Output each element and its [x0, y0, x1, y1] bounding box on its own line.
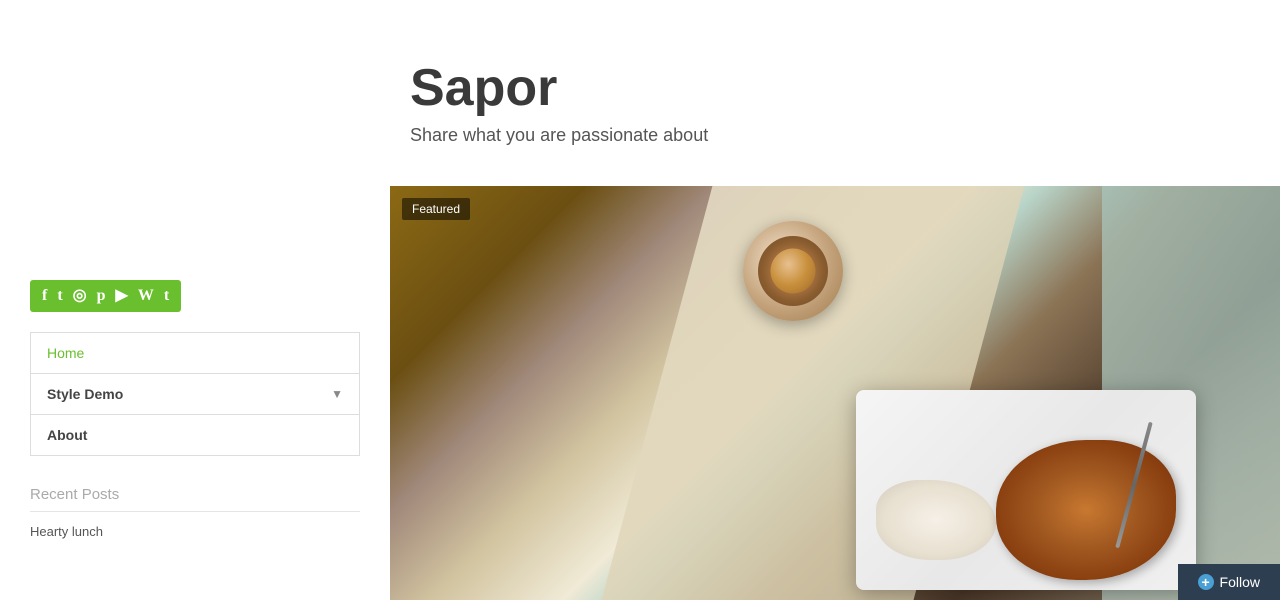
nav-label-about: About [47, 427, 87, 443]
instagram-icon[interactable]: ◎ [73, 288, 87, 304]
follow-label: Follow [1220, 574, 1260, 590]
featured-image-area[interactable]: Featured [390, 186, 1280, 600]
coffee-cup-outer [743, 221, 843, 321]
nav-item-style-demo[interactable]: Style Demo ▼ [31, 374, 359, 415]
site-header: Sapor Share what you are passionate abou… [390, 0, 1280, 186]
youtube-icon[interactable]: ▶ [116, 288, 128, 304]
nav-label-home: Home [47, 345, 84, 361]
plate [856, 390, 1196, 590]
follow-plus-icon: + [1198, 574, 1214, 590]
chevron-down-icon: ▼ [331, 387, 343, 401]
site-tagline: Share what you are passionate about [410, 125, 1280, 146]
food-item [996, 440, 1176, 580]
nav-label-style-demo: Style Demo [47, 386, 123, 402]
nav-item-about[interactable]: About [31, 415, 359, 455]
site-title: Sapor [410, 60, 1280, 117]
food-image [390, 186, 1280, 600]
recent-posts-title: Recent Posts [30, 486, 360, 512]
nav-menu: Home Style Demo ▼ About [30, 332, 360, 456]
twitter-icon[interactable]: t [57, 288, 62, 304]
pinterest-icon[interactable]: p [97, 288, 106, 304]
food-cream [876, 480, 996, 560]
facebook-icon[interactable]: f [42, 288, 47, 304]
page-wrapper: f t ◎ p ▶ W t Home Style Demo ▼ About Re… [0, 0, 1280, 600]
tumblr-icon[interactable]: t [164, 288, 169, 304]
latte-art [758, 236, 828, 306]
social-icons-bar[interactable]: f t ◎ p ▶ W t [30, 280, 181, 312]
follow-button[interactable]: + Follow [1178, 564, 1280, 600]
wordpress-icon[interactable]: W [138, 288, 154, 304]
recent-posts-section: Recent Posts Hearty lunch [30, 486, 360, 539]
sidebar: f t ◎ p ▶ W t Home Style Demo ▼ About Re… [0, 0, 390, 600]
featured-badge: Featured [402, 198, 470, 220]
nav-item-home[interactable]: Home [31, 333, 359, 374]
coffee-cup [728, 206, 858, 336]
recent-post-item[interactable]: Hearty lunch [30, 524, 360, 539]
main-content: Sapor Share what you are passionate abou… [390, 0, 1280, 600]
